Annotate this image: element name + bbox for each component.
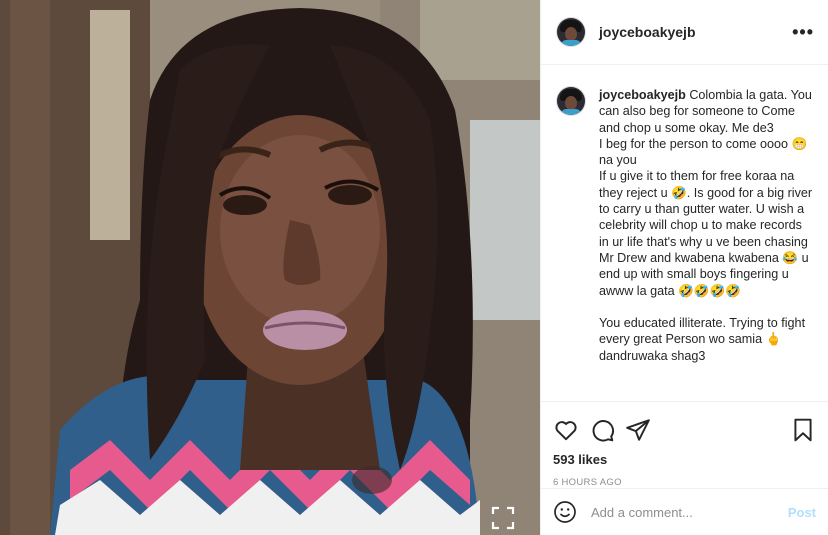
caption: joyceboakyejb Colombia la gata. You can … [557, 87, 814, 364]
caption-paragraph [599, 299, 814, 315]
caption-avatar[interactable] [557, 87, 585, 115]
likes-count[interactable]: 593 likes [553, 452, 816, 467]
comment-icon[interactable] [589, 417, 615, 443]
expand-icon[interactable] [490, 505, 516, 531]
post-video[interactable] [0, 0, 540, 535]
post-timestamp[interactable]: 6 HOURS AGO [553, 477, 816, 488]
post-comment-button[interactable]: Post [788, 505, 816, 520]
more-horizontal-icon[interactable]: ••• [792, 22, 814, 43]
caption-paragraph: I beg for the person to come oooo 😁 na y… [599, 136, 808, 168]
caption-username[interactable]: joyceboakyejb [599, 88, 686, 102]
add-comment-bar: Post [541, 488, 828, 535]
post-actions: 593 likes 6 HOURS AGO [541, 401, 828, 488]
bookmark-icon[interactable] [790, 417, 816, 443]
paper-plane-icon[interactable] [625, 417, 651, 443]
heart-icon[interactable] [553, 417, 579, 443]
action-icons [553, 410, 816, 450]
comments-section: joyceboakyejb Colombia la gata. You can … [541, 65, 828, 401]
caption-paragraph: joyceboakyejb Colombia la gata. You can … [599, 88, 812, 135]
video-frame-image [0, 0, 540, 535]
post-header: joyceboakyejb ••• [541, 0, 828, 65]
smiley-icon[interactable] [553, 500, 577, 524]
avatar[interactable] [557, 18, 585, 46]
header-username[interactable]: joyceboakyejb [599, 24, 792, 40]
post-sidebar: joyceboakyejb ••• joyceboakyejb Colombia… [540, 0, 828, 535]
caption-paragraph: You educated illiterate. Trying to fight… [599, 316, 806, 363]
caption-paragraph: If u give it to them for free koraa na t… [599, 169, 813, 298]
comment-input[interactable] [589, 503, 788, 521]
instagram-post: joyceboakyejb ••• joyceboakyejb Colombia… [0, 0, 828, 535]
caption-text: joyceboakyejb Colombia la gata. You can … [599, 87, 814, 364]
